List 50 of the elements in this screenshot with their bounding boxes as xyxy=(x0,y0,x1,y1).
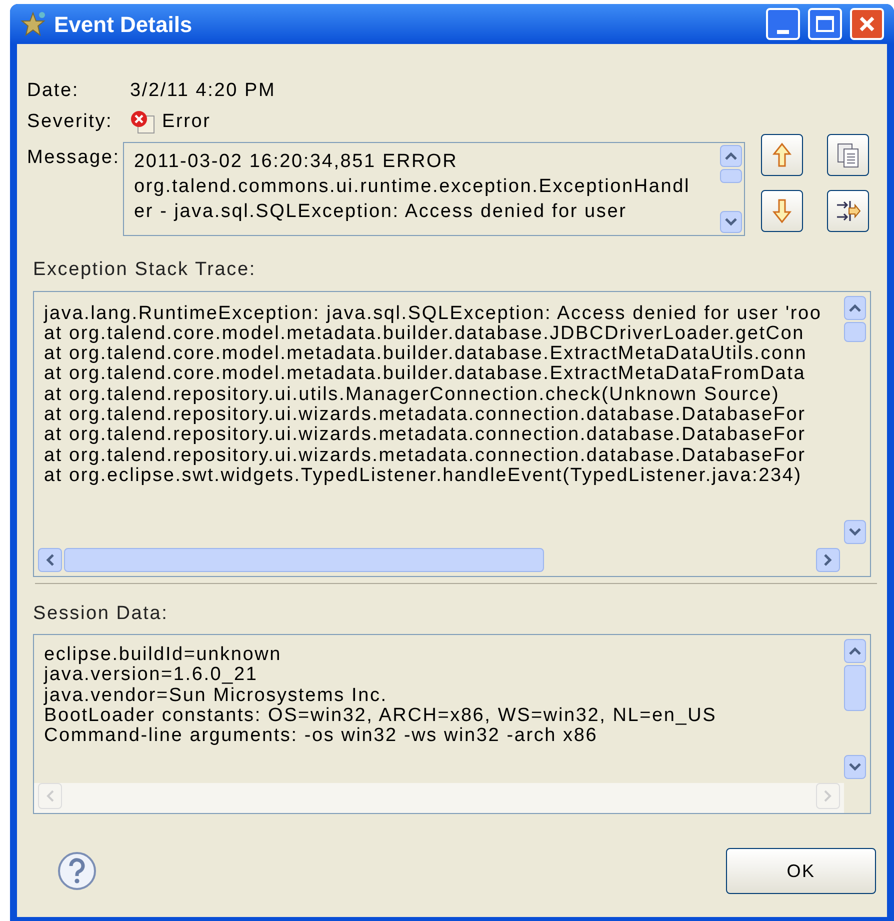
arrows-icon xyxy=(835,199,861,223)
window-title: Event Details xyxy=(54,10,194,38)
error-icon xyxy=(130,110,156,134)
filter-button[interactable] xyxy=(827,190,869,232)
vertical-scrollbar[interactable] xyxy=(720,143,744,235)
text-line: 2011-03-02 16:20:34,851 ERROR xyxy=(134,150,458,174)
section-label: Session Data: xyxy=(33,602,170,626)
session-data-box[interactable]: eclipse.buildId=unknown java.version=1.6.0_21 java.vendor=Sun Microsystems Inc. BootLoader constants: OS=win32, ARCH=x86, WS=win32, NL=en_US Command-line arguments: -os win32 -ws win32 -arch x86 xyxy=(33,634,871,814)
text-line: org.talend.commons.ui.runtime.exception.ExceptionHandl xyxy=(134,175,690,199)
scrollbar-thumb[interactable] xyxy=(844,665,866,711)
text-line: eclipse.buildId=unknown xyxy=(44,645,282,666)
text-line: at org.talend.repository.ui.utils.ManagerConnection.check(Unknown Source) xyxy=(44,384,780,405)
text-line: at org.talend.repository.ui.wizards.metadata.connection.database.DatabaseFor xyxy=(44,446,806,466)
section-label: Exception Stack Trace: xyxy=(33,258,257,282)
up-arrow-icon xyxy=(772,142,792,168)
message-label: Message: xyxy=(27,146,121,170)
severity-value: Error xyxy=(162,110,211,134)
text-line: at org.talend.repository.ui.wizards.metadata.connection.database.DatabaseFor xyxy=(44,425,806,446)
text-line: Command-line arguments: -os win32 -ws win32 -arch x86 xyxy=(44,726,598,746)
close-icon xyxy=(858,15,876,33)
previous-button[interactable] xyxy=(761,134,803,176)
date-value: 3/2/11 4:20 PM xyxy=(130,78,276,103)
scrollbar-thumb[interactable] xyxy=(720,169,742,183)
text-line: java.lang.RuntimeException: java.sql.SQLException: Access denied for user 'roo xyxy=(44,304,822,324)
copy-button[interactable] xyxy=(827,134,869,176)
text-line: BootLoader constants: OS=win32, ARCH=x86, WS=win32, NL=en_US xyxy=(44,706,717,726)
star-icon xyxy=(20,11,46,37)
clipboard-icon xyxy=(836,142,860,168)
text-line: java.vendor=Sun Microsystems Inc. xyxy=(44,686,388,706)
text-line: at org.talend.repository.ui.wizards.metadata.connection.database.DatabaseFor xyxy=(44,404,806,426)
close-button[interactable] xyxy=(850,8,884,40)
stack-trace-box[interactable] xyxy=(33,290,871,576)
next-button[interactable] xyxy=(761,190,803,232)
scrollbar-thumb[interactable] xyxy=(64,548,544,572)
ok-button[interactable]: OK xyxy=(726,848,876,894)
text-line: at org.talend.core.model.metadata.builder.database.ExtractMetaDataUtils.conn xyxy=(44,344,808,364)
severity-label: Severity: xyxy=(27,110,114,134)
text-line: java.version=1.6.0_21 xyxy=(44,665,258,686)
help-icon[interactable] xyxy=(57,851,97,891)
minimize-button[interactable] xyxy=(766,8,800,40)
maximize-button[interactable] xyxy=(808,8,842,40)
text-line: at org.eclipse.swt.widgets.TypedListener.handleEvent(TypedListener.java:234) xyxy=(44,466,802,486)
text-line: er - java.sql.SQLException: Access denied for user xyxy=(134,200,627,224)
down-arrow-icon xyxy=(772,198,792,224)
horizontal-scrollbar[interactable] xyxy=(34,783,844,813)
message-box[interactable]: 2011-03-02 16:20:34,851 ERROR org.talend.commons.ui.runtime.exception.ExceptionHandl er - java.sql.SQLException: Access denied for user xyxy=(123,142,745,236)
scrollbar-thumb[interactable] xyxy=(844,322,866,342)
date-label: Date: xyxy=(27,78,80,103)
text-line: at org.talend.core.model.metadata.builder.database.ExtractMetaDataFromData xyxy=(44,364,806,385)
text-line: at org.talend.core.model.metadata.builder.database.JDBCDriverLoader.getCon xyxy=(44,324,805,344)
